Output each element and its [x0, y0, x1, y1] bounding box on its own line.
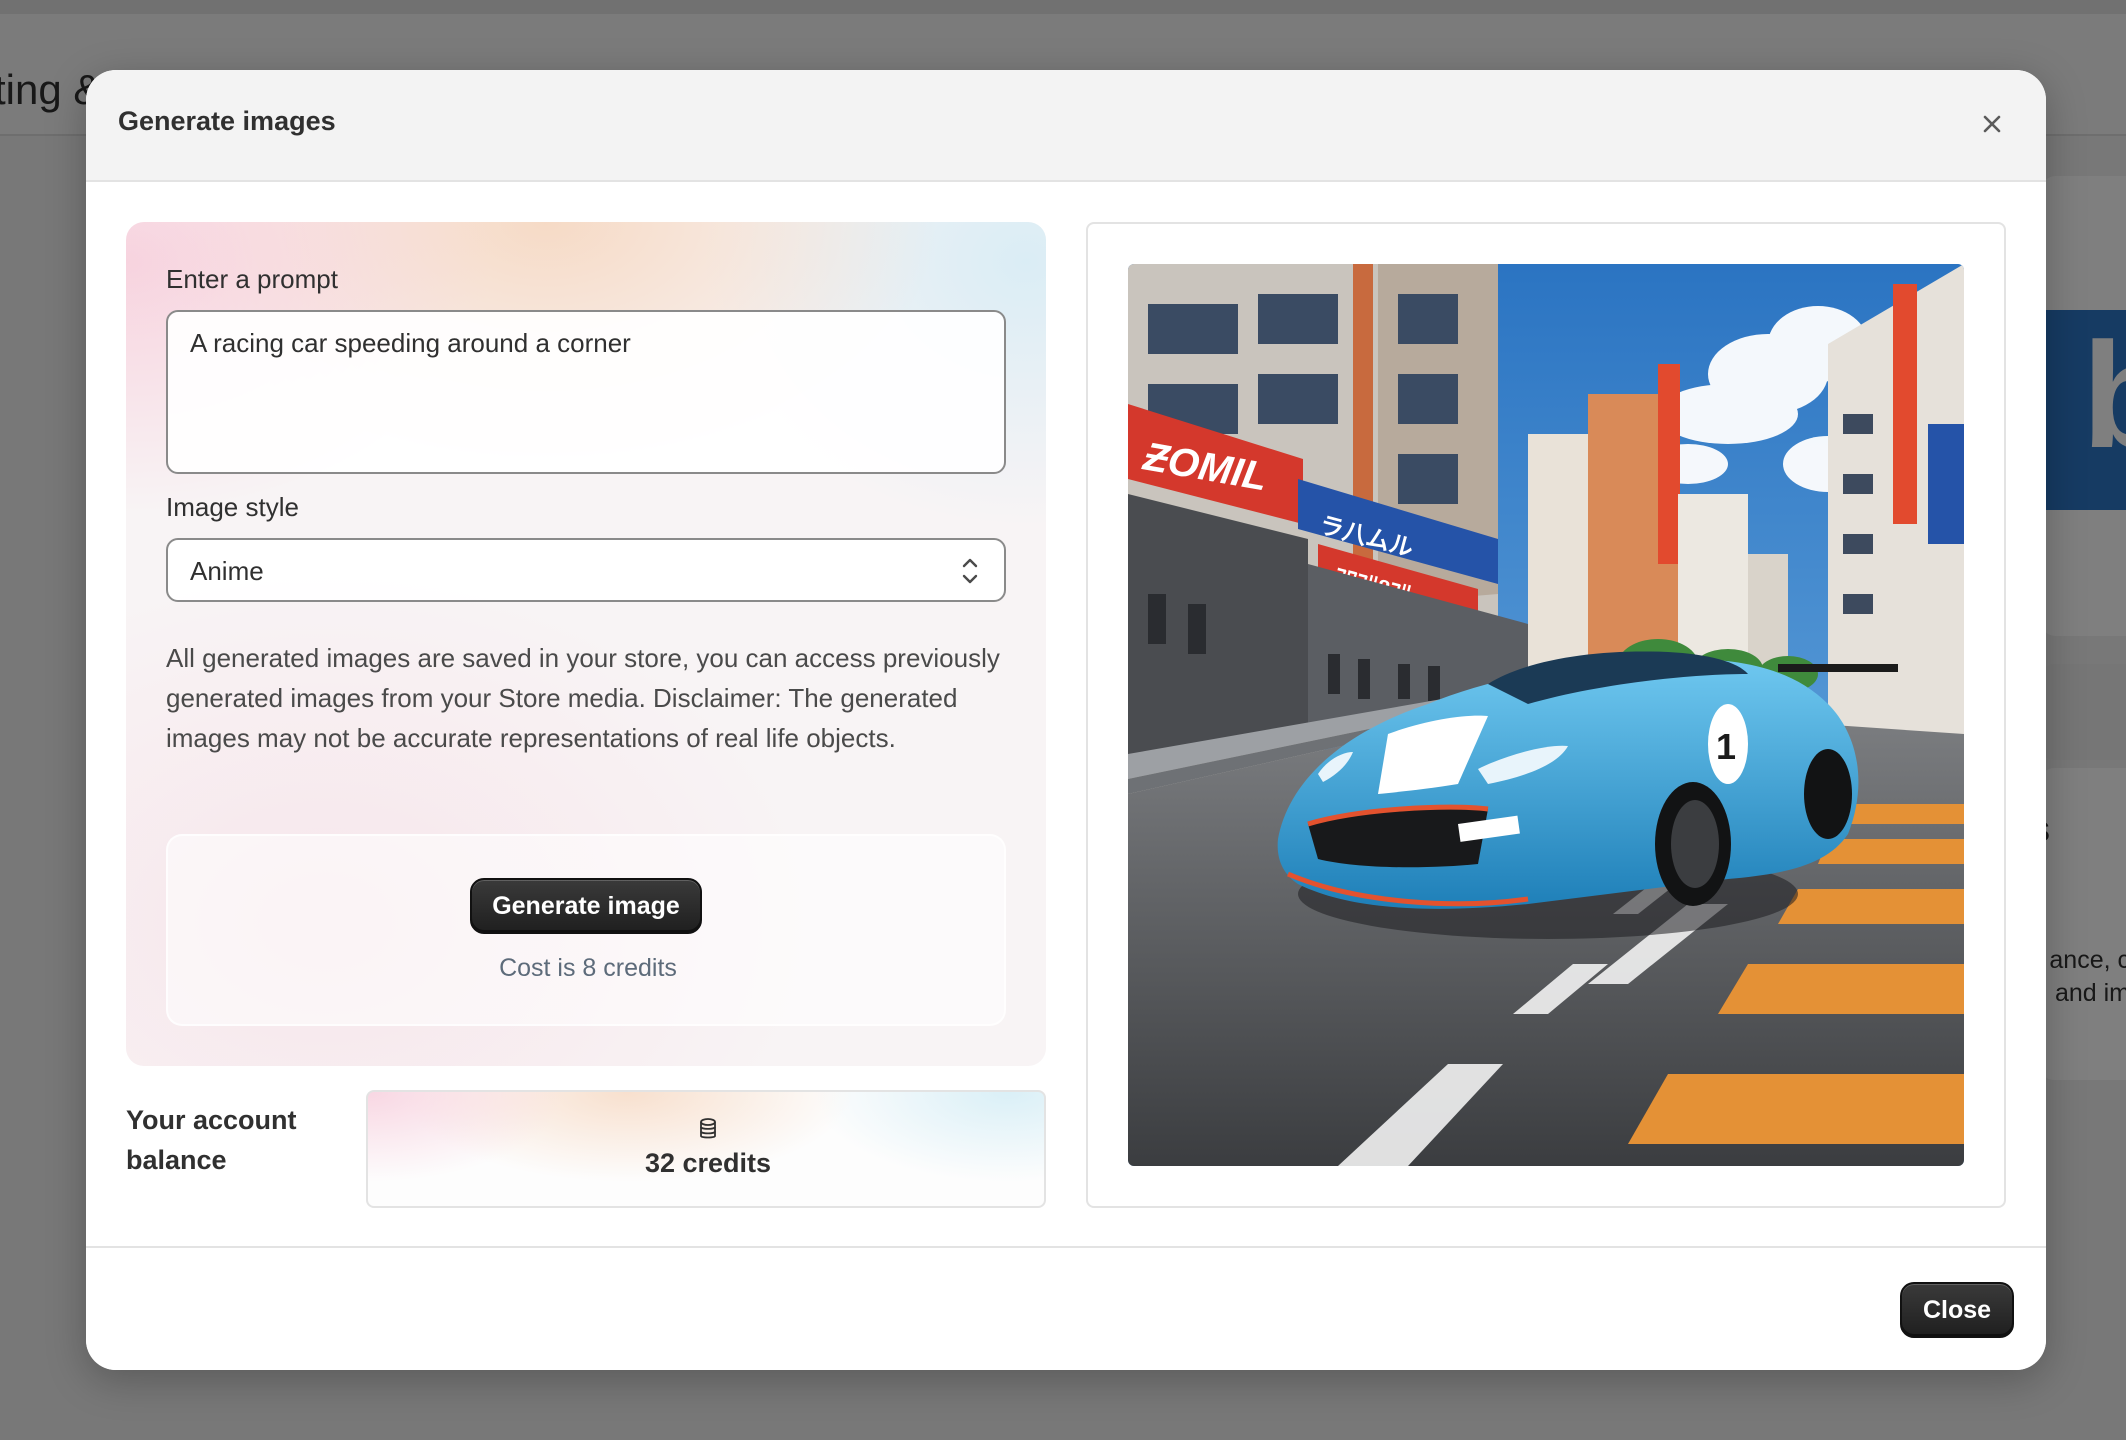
disclaimer-text: All generated images are saved in your s…	[166, 643, 1000, 753]
balance-value: 32 credits	[644, 1148, 772, 1178]
svg-text:1: 1	[1716, 726, 1736, 767]
close-button[interactable]: Close	[1900, 1282, 2014, 1338]
image-preview-frame: ƵOMIL ラ八ムル ﾌﾜﾌﾘ8ﾌﾘ	[1086, 222, 2006, 1208]
balance-card: 32 credits	[366, 1090, 1046, 1208]
image-style-value: Anime	[190, 556, 264, 586]
prompt-textarea[interactable]: A racing car speeding around a corner	[166, 310, 1006, 474]
close-icon-glyph	[1983, 115, 2001, 133]
close-icon[interactable]	[1972, 104, 2012, 144]
generate-image-button[interactable]: Generate image	[470, 878, 702, 934]
balance-label: Your account balance	[126, 1105, 297, 1175]
prompt-panel: Enter a prompt A racing car speeding aro…	[126, 222, 1046, 1066]
cost-text: Cost is 8 credits	[499, 954, 677, 982]
generate-card: Generate image Cost is 8 credits	[166, 834, 1006, 1026]
chevron-up-down-icon	[962, 558, 978, 584]
generate-images-modal: Generate images Enter a prompt A racing …	[86, 70, 2046, 1370]
image-style-select[interactable]: Anime	[166, 538, 1006, 602]
database-coins-icon	[700, 1118, 716, 1139]
modal-title: Generate images	[118, 106, 336, 136]
modal-footer: Close	[86, 1246, 2046, 1370]
modal-header: Generate images	[86, 70, 2046, 182]
image-style-label: Image style	[166, 492, 299, 522]
generated-image[interactable]: ƵOMIL ラ八ムル ﾌﾜﾌﾘ8ﾌﾘ	[1128, 264, 1964, 1166]
generated-image-art: ƵOMIL ラ八ムル ﾌﾜﾌﾘ8ﾌﾘ	[1128, 264, 1964, 1166]
prompt-label: Enter a prompt	[166, 264, 338, 294]
